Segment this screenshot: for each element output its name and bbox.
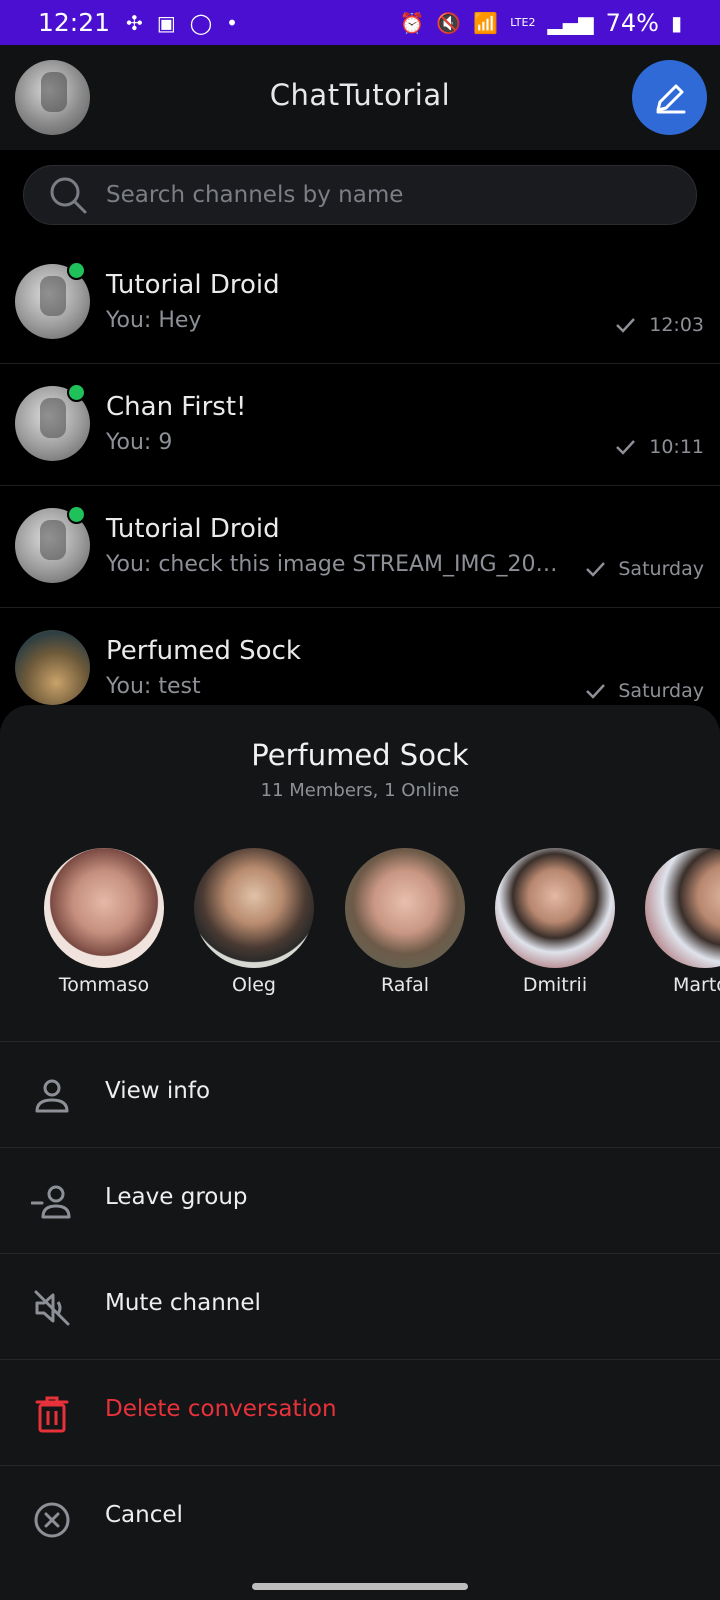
- network-label: LTE2: [510, 16, 536, 29]
- mute-channel-button[interactable]: Mute channel: [0, 1253, 720, 1359]
- member-item[interactable]: Rafal: [345, 848, 465, 996]
- search-input[interactable]: Search channels by name: [23, 165, 697, 225]
- channel-time: 10:11: [649, 436, 704, 458]
- view-info-button[interactable]: View info: [0, 1041, 720, 1147]
- member-avatar: [345, 848, 465, 968]
- app-header: ChatTutorial: [0, 45, 720, 150]
- leave-group-button[interactable]: Leave group: [0, 1147, 720, 1253]
- member-name: Rafal: [380, 974, 430, 996]
- status-time: 12:21: [38, 8, 111, 37]
- channel-last-message: You: 9: [106, 430, 173, 455]
- trash-icon: [35, 1396, 69, 1433]
- search-icon: [50, 177, 87, 214]
- member-name: Dmitrii: [522, 974, 588, 996]
- battery-icon: ▮: [670, 10, 682, 35]
- channel-name: Tutorial Droid: [106, 270, 280, 300]
- channel-avatar: [15, 630, 90, 705]
- battery-percent: 74%: [605, 8, 659, 37]
- channel-last-message: You: test: [106, 674, 201, 699]
- dot-icon: •: [226, 10, 238, 35]
- member-name: Marto: [673, 974, 720, 996]
- check-icon: [616, 318, 635, 333]
- mute-icon: 🔇: [436, 10, 462, 35]
- page-title: ChatTutorial: [269, 78, 451, 112]
- status-bar: 12:21 ✣ ▣ ◯ • ⏰ 🔇 📶 LTE2 ▂▄▆ 74% ▮: [0, 0, 720, 45]
- channel-last-message: You: Hey: [106, 308, 202, 333]
- member-avatar: [44, 848, 164, 968]
- channel-actions-sheet: Perfumed Sock 11 Members, 1 Online Tomma…: [0, 705, 720, 1600]
- channel-time: Saturday: [618, 680, 704, 702]
- channel-last-message: You: check this image STREAM_IMG_20220..…: [106, 552, 566, 577]
- sheet-subtitle: 11 Members, 1 Online: [260, 780, 460, 801]
- delete-conversation-button[interactable]: Delete conversation: [0, 1359, 720, 1465]
- mute-icon: [34, 1290, 70, 1326]
- member-avatar: [495, 848, 615, 968]
- member-name: Tommaso: [58, 974, 150, 996]
- compose-button[interactable]: [632, 60, 707, 135]
- channel-name: Tutorial Droid: [106, 514, 280, 544]
- status-left-icons: ✣ ▣ ◯ •: [126, 11, 238, 35]
- home-indicator[interactable]: [252, 1583, 468, 1590]
- gallery-icon: ▣: [156, 10, 176, 35]
- check-icon: [616, 440, 635, 455]
- member-item[interactable]: Marto: [645, 848, 720, 996]
- check-icon: [586, 562, 605, 577]
- channel-time: Saturday: [618, 558, 704, 580]
- online-indicator: [67, 383, 86, 402]
- wifi-icon: 📶: [473, 10, 499, 35]
- cancel-icon: [34, 1502, 70, 1538]
- delete-conversation-label: Delete conversation: [105, 1396, 337, 1422]
- member-item[interactable]: Dmitrii: [495, 848, 615, 996]
- alarm-icon: ⏰: [399, 10, 425, 35]
- pinwheel-icon: ✣: [126, 10, 143, 35]
- channel-name: Perfumed Sock: [106, 636, 301, 666]
- search-placeholder: Search channels by name: [106, 182, 404, 208]
- sheet-title: Perfumed Sock: [251, 738, 469, 772]
- cancel-button[interactable]: Cancel: [0, 1465, 720, 1571]
- status-right-icons: ⏰ 🔇 📶 LTE2 ▂▄▆ 74% ▮: [399, 9, 682, 37]
- signal-icon: ▂▄▆: [547, 10, 594, 35]
- online-indicator: [67, 261, 86, 280]
- member-name: Oleg: [232, 974, 276, 996]
- leave-group-label: Leave group: [105, 1184, 248, 1210]
- online-indicator: [67, 505, 86, 524]
- member-avatar: [645, 848, 720, 968]
- member-avatar: [194, 848, 314, 968]
- channel-list-item[interactable]: Tutorial Droid You: check this image STR…: [0, 486, 720, 608]
- channel-list-item[interactable]: Tutorial Droid You: Hey 12:03: [0, 242, 720, 364]
- channel-name: Chan First!: [106, 392, 247, 422]
- channel-time: 12:03: [649, 314, 704, 336]
- check-icon: [586, 684, 605, 699]
- leave-group-icon: [31, 1185, 71, 1219]
- cancel-label: Cancel: [105, 1502, 183, 1528]
- person-icon: [35, 1079, 69, 1113]
- channel-list-item[interactable]: Chan First! You: 9 10:11: [0, 364, 720, 486]
- mute-channel-label: Mute channel: [105, 1290, 261, 1316]
- member-item[interactable]: Tommaso: [44, 848, 164, 996]
- view-info-label: View info: [105, 1078, 211, 1104]
- pencil-icon: [656, 84, 685, 113]
- member-item[interactable]: Oleg: [194, 848, 314, 996]
- whatsapp-icon: ◯: [189, 10, 213, 35]
